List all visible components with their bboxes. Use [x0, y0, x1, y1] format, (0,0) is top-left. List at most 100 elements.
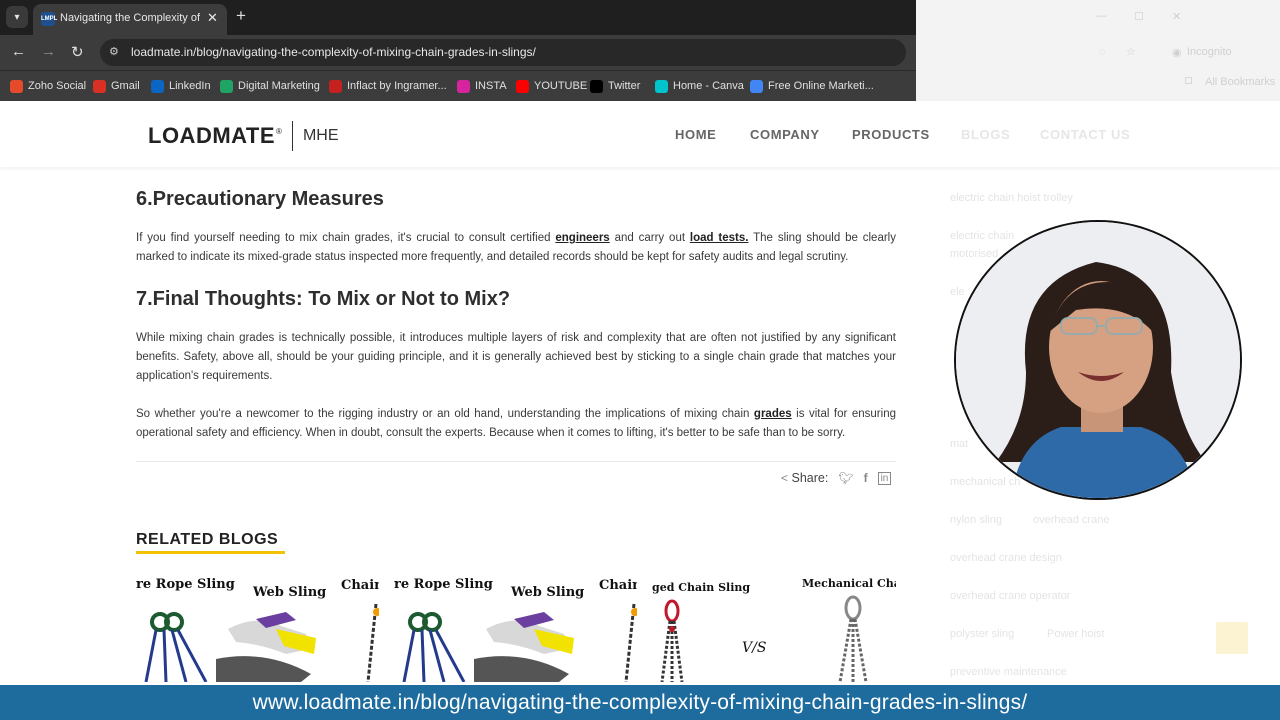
sidebar-tag[interactable]: overhead crane design	[950, 552, 1062, 564]
sidebar-tag[interactable]: mat	[950, 438, 968, 450]
bookmark-label: Gmail	[111, 80, 140, 92]
browser-tab-active[interactable]: LMPL Navigating the Complexity of M ✕	[33, 4, 227, 35]
bookmark-item[interactable]: YOUTUBE	[516, 78, 587, 94]
related-blog-card[interactable]: re Rope Sling Web Sling Chain	[394, 574, 637, 682]
new-tab-icon[interactable]: +	[236, 6, 246, 26]
bookmark-label: Zoho Social	[28, 80, 87, 92]
sidebar-tag[interactable]: Power hoist	[1047, 628, 1104, 640]
all-bookmarks-label[interactable]: All Bookmarks	[1205, 76, 1275, 88]
section-heading-6: 6.Precautionary Measures	[136, 188, 384, 210]
related-blogs-underline	[136, 551, 285, 554]
sidebar-tag[interactable]: overhead crane	[1033, 514, 1109, 526]
nav-products[interactable]: PRODUCTS	[852, 127, 930, 142]
forward-icon[interactable]: →	[41, 43, 56, 60]
site-favicon-icon: LMPL	[41, 12, 57, 26]
sidebar-tag[interactable]: mechanical ch	[950, 476, 1020, 488]
folder-icon	[1185, 77, 1192, 84]
close-tab-icon[interactable]: ✕	[207, 10, 218, 26]
bookmarks-bar: Zoho Social Gmail LinkedIn Digital Marketin…	[0, 70, 916, 101]
canva-icon	[655, 79, 668, 93]
twitter-icon[interactable]: 🐦︎	[838, 471, 853, 485]
url-text: loadmate.in/blog/navigating-the-complexi…	[131, 45, 536, 59]
maximize-icon[interactable]: ☐	[1134, 10, 1144, 23]
sidebar-tag[interactable]: nylon sling	[950, 514, 1002, 526]
content-divider	[136, 461, 896, 462]
linkedin-icon[interactable]: in	[877, 471, 892, 485]
logo-text: LOADMATE	[148, 123, 276, 148]
logo-subtext: MHE	[302, 127, 339, 144]
bookmark-star-icon[interactable]: ☆	[1126, 45, 1136, 58]
related-blog-card[interactable]: re Rope Sling Web Sling Chain	[136, 574, 379, 682]
tab-search-button[interactable]: ▾	[6, 6, 28, 28]
sling-illustration-icon	[402, 603, 637, 682]
paragraph-precautionary: If you find yourself needing to mix chai…	[136, 229, 896, 267]
incognito-icon: ◉	[1172, 47, 1182, 59]
nav-company[interactable]: COMPANY	[750, 127, 820, 142]
facebook-icon[interactable]: f	[864, 471, 868, 485]
bookmark-item[interactable]: Zoho Social	[10, 78, 86, 94]
instagram-icon	[457, 79, 470, 93]
sidebar-tag[interactable]: preventive maintenance	[950, 666, 1067, 678]
webcam-presenter-video	[954, 220, 1242, 500]
sidebar-tag[interactable]: overhead crane operator	[950, 590, 1070, 602]
nav-home[interactable]: HOME	[675, 127, 716, 142]
close-window-icon[interactable]: ✕	[1172, 10, 1181, 23]
bookmark-item[interactable]: Twitter	[590, 78, 640, 94]
zoho-icon	[10, 79, 23, 93]
address-bar[interactable]: ⚙ loadmate.in/blog/navigating-the-comple…	[100, 39, 906, 66]
paragraph-text: If you find yourself needing to mix chai…	[136, 232, 556, 244]
sheets-icon	[220, 79, 233, 93]
youtube-icon	[516, 79, 529, 93]
scroll-to-top-button[interactable]	[1216, 622, 1248, 654]
google-icon	[750, 79, 763, 93]
bookmark-item[interactable]: Home - Canva	[655, 78, 744, 94]
bookmark-item[interactable]: Gmail	[93, 78, 140, 94]
paragraph-text: So whether you're a newcomer to the rigg…	[136, 408, 754, 420]
bookmark-label: INSTA	[475, 80, 507, 92]
screen: ▾ LMPL Navigating the Complexity of M ✕ …	[0, 0, 1280, 720]
incognito-label: Incognito	[1187, 46, 1232, 58]
bookmark-item[interactable]: Inflact by Ingramer...	[329, 78, 447, 94]
bookmark-label: YOUTUBE	[534, 80, 588, 92]
related-blogs-heading: RELATED BLOGS	[136, 531, 279, 548]
related-blog-card[interactable]: ged Chain Sling V/S Mechanical Chain S	[652, 574, 896, 682]
tab-title: Navigating the Complexity of M	[60, 12, 200, 24]
bookmark-item[interactable]: Digital Marketing	[220, 78, 320, 94]
bookmark-item[interactable]: Free Online Marketi...	[750, 78, 874, 94]
sling-illustration-icon	[144, 603, 379, 682]
bookmark-label: Free Online Marketi...	[768, 80, 874, 92]
sidebar-tag[interactable]: electric chain	[950, 230, 1014, 242]
browser-tab-bar: ▾ LMPL Navigating the Complexity of M ✕ …	[0, 0, 916, 35]
minimize-icon[interactable]: —	[1096, 10, 1107, 22]
presenter-figure-icon	[956, 222, 1240, 498]
share-label-group: < Share:	[781, 471, 828, 485]
sidebar-tag[interactable]: ele	[950, 286, 965, 298]
logo-registered-mark: ®	[276, 126, 282, 136]
eye-off-icon[interactable]: ◌	[1099, 46, 1106, 58]
site-header: LOADMATE ® MHE HOME COMPANY PRODUCTS BLO…	[0, 101, 1280, 167]
engineers-link[interactable]: engineers	[555, 232, 609, 244]
share-icon: <	[781, 471, 789, 485]
browser-chrome-faded: — ☐ ✕ ◌ ☆ ◉ Incognito All Bookmarks	[916, 0, 1280, 101]
sidebar-tag[interactable]: electric chain hoist trolley	[950, 192, 1073, 204]
site-info-icon[interactable]: ⚙	[109, 45, 123, 59]
sidebar-tag[interactable]: motorised	[950, 248, 998, 260]
sidebar-tag[interactable]: polyster sling	[950, 628, 1014, 640]
bookmark-item[interactable]: LinkedIn	[151, 78, 211, 94]
bookmark-item[interactable]: INSTA	[457, 78, 507, 94]
share-label: Share:	[791, 471, 829, 485]
nav-blogs[interactable]: BLOGS	[961, 127, 1010, 142]
browser-toolbar: ← → ↻ ⚙ loadmate.in/blog/navigating-the-…	[0, 35, 916, 70]
gmail-icon	[93, 79, 106, 93]
x-icon	[590, 79, 603, 93]
site-logo[interactable]: LOADMATE ® MHE	[148, 121, 339, 151]
logo-divider	[291, 121, 293, 151]
reload-icon[interactable]: ↻	[71, 43, 84, 61]
inflact-icon	[329, 79, 342, 93]
back-icon[interactable]: ←	[11, 43, 26, 60]
nav-contact-us[interactable]: CONTACT US	[1040, 127, 1130, 142]
load-tests-link[interactable]: load tests.	[690, 232, 749, 244]
linkedin-icon	[151, 79, 164, 93]
grades-link[interactable]: grades	[754, 408, 792, 420]
paragraph-text: and carry out	[609, 232, 690, 244]
